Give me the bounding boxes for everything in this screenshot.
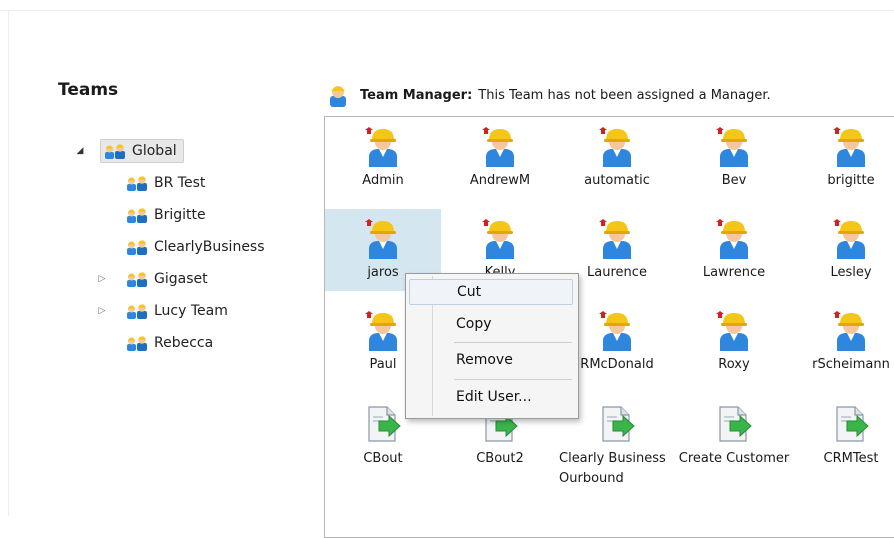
tree-node[interactable]: Global: [100, 139, 184, 163]
admin-user-icon: [480, 219, 520, 259]
admin-user-icon: [714, 311, 754, 351]
tree-item[interactable]: ▷ Gigaset: [96, 267, 215, 291]
tree-item-label: Rebecca: [154, 335, 214, 351]
team-member-item[interactable]: Lawrence: [676, 209, 792, 283]
team-member-item[interactable]: Kelly: [442, 209, 558, 283]
team-icon: [126, 174, 148, 192]
team-member-label: CRMTest: [823, 451, 879, 466]
tree-node[interactable]: BR Test: [122, 171, 212, 195]
team-manager-bar: Team Manager: This Team has not been ass…: [326, 82, 771, 108]
menu-item-cut[interactable]: Cut: [409, 279, 573, 305]
tree-item-label: ClearlyBusiness: [154, 239, 265, 255]
tree-node[interactable]: Rebecca: [122, 331, 220, 355]
team-manager-text: This Team has not been assigned a Manage…: [478, 87, 771, 103]
menu-separator: [454, 379, 572, 380]
team-member-item[interactable]: CRMTest: [793, 393, 894, 467]
team-member-item[interactable]: Create Customer: [676, 393, 792, 467]
tree-node[interactable]: Brigitte: [122, 203, 213, 227]
tree-item[interactable]: ◢ Global: [74, 139, 184, 163]
script-document-icon: [831, 403, 871, 443]
tree-item[interactable]: Rebecca: [96, 331, 220, 355]
team-member-item[interactable]: brigitte: [793, 117, 894, 191]
expand-arrow-icon[interactable]: ▷: [96, 306, 108, 316]
team-icon: [126, 302, 148, 320]
tree-node[interactable]: Lucy Team: [122, 299, 235, 323]
team-member-label: automatic: [584, 173, 650, 188]
team-member-label: Lesley: [830, 265, 872, 280]
admin-user-icon: [363, 311, 403, 351]
manager-icon: [330, 86, 346, 107]
team-member-label: Roxy: [718, 357, 750, 372]
team-icon: [126, 238, 148, 256]
team-member-item[interactable]: Admin: [325, 117, 441, 191]
tree-item[interactable]: ClearlyBusiness: [96, 235, 272, 259]
menu-item-copy[interactable]: Copy: [409, 311, 573, 337]
team-member-item[interactable]: Bev: [676, 117, 792, 191]
tree-item-label: BR Test: [154, 175, 206, 191]
admin-user-icon: [831, 311, 871, 351]
team-icon: [126, 270, 148, 288]
admin-user-icon: [480, 127, 520, 167]
team-member-item[interactable]: AndrewM: [442, 117, 558, 191]
admin-user-icon: [597, 311, 637, 351]
tree-item[interactable]: ▷ Lucy Team: [96, 299, 235, 323]
team-member-label: CBout2: [476, 451, 524, 466]
team-icon: [126, 334, 148, 352]
team-member-item[interactable]: Laurence: [559, 209, 675, 283]
team-member-item[interactable]: Lesley: [793, 209, 894, 283]
team-member-label: Create Customer: [678, 451, 790, 466]
team-member-label: AndrewM: [469, 173, 531, 188]
menu-item-remove[interactable]: Remove: [409, 347, 573, 373]
team-member-item[interactable]: rScheimann: [793, 301, 894, 375]
tree-node[interactable]: Gigaset: [122, 267, 215, 291]
team-member-label: Admin: [362, 173, 404, 188]
team-member-label: CBout: [363, 451, 403, 466]
context-menu: Cut Copy Remove Edit User...: [405, 273, 579, 419]
admin-user-icon: [714, 219, 754, 259]
team-member-item[interactable]: Roxy: [676, 301, 792, 375]
admin-user-icon: [714, 127, 754, 167]
team-member-label: Lawrence: [702, 265, 766, 280]
team-manager-label: Team Manager:: [360, 87, 473, 103]
script-document-icon: [714, 403, 754, 443]
tree-item[interactable]: Brigitte: [96, 203, 213, 227]
team-member-label: brigitte: [827, 173, 875, 188]
script-document-icon: [597, 403, 637, 443]
admin-user-icon: [831, 127, 871, 167]
team-member-item[interactable]: automatic: [559, 117, 675, 191]
team-member-label: rScheimann: [812, 357, 890, 372]
tree-node[interactable]: ClearlyBusiness: [122, 235, 272, 259]
teams-title: Teams: [58, 80, 119, 100]
team-icon: [126, 206, 148, 224]
menu-item-edit-user[interactable]: Edit User...: [409, 384, 573, 410]
tree-item-label: Gigaset: [154, 271, 208, 287]
menu-separator: [454, 342, 572, 343]
tree-item-label: Global: [132, 143, 177, 159]
top-border: [0, 10, 894, 11]
admin-user-icon: [363, 219, 403, 259]
expand-arrow-icon[interactable]: ▷: [96, 274, 108, 284]
tree-item[interactable]: BR Test: [96, 171, 212, 195]
team-member-label: Clearly Business Ourbound: [559, 451, 666, 486]
admin-user-icon: [363, 127, 403, 167]
script-document-icon: [363, 403, 403, 443]
team-member-label: Bev: [721, 173, 747, 188]
admin-user-icon: [597, 127, 637, 167]
collapse-arrow-icon[interactable]: ◢: [74, 146, 86, 156]
tree-item-label: Brigitte: [154, 207, 206, 223]
team-icon: [104, 142, 126, 160]
left-border: [8, 10, 9, 516]
admin-user-icon: [597, 219, 637, 259]
admin-user-icon: [831, 219, 871, 259]
tree-item-label: Lucy Team: [154, 303, 228, 319]
